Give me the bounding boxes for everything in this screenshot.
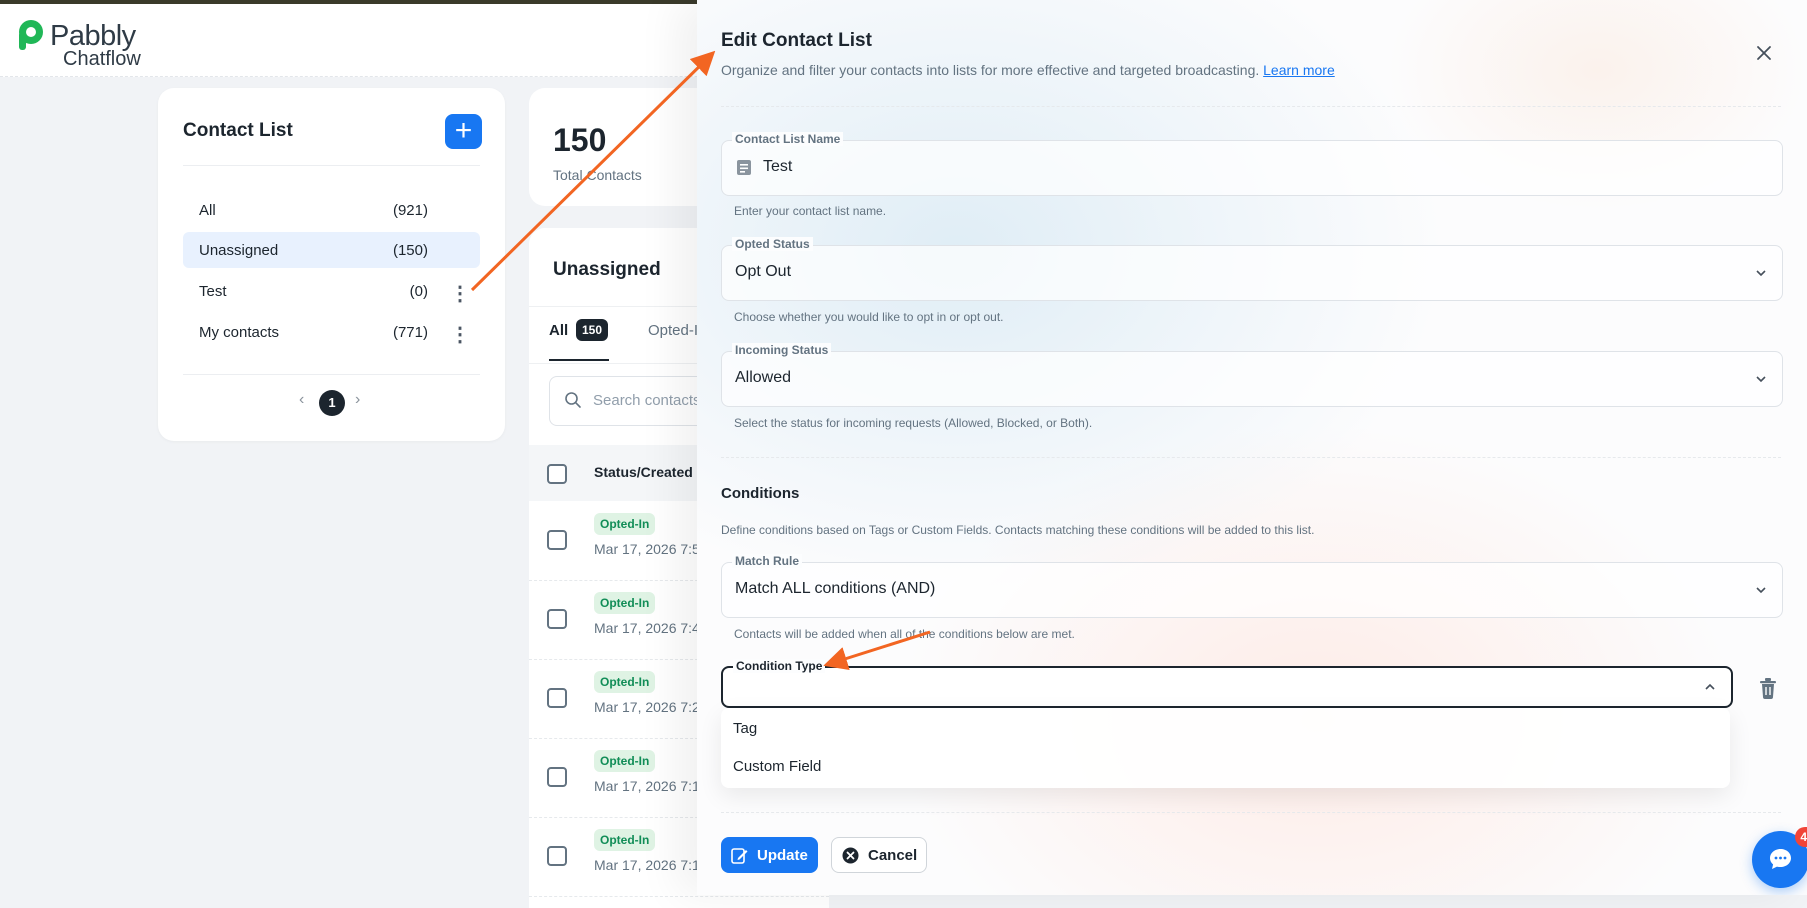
tab-all[interactable]: All bbox=[549, 322, 568, 339]
cancel-button[interactable]: Cancel bbox=[831, 837, 927, 873]
created-date: Mar 17, 2026 7:1 bbox=[594, 778, 700, 794]
chat-bubble-icon bbox=[1770, 849, 1791, 869]
row-checkbox[interactable] bbox=[547, 767, 567, 787]
pagination-next-icon[interactable]: › bbox=[355, 391, 360, 409]
status-badge: Opted-In bbox=[594, 829, 656, 851]
row-checkbox[interactable] bbox=[547, 609, 567, 629]
status-badge: Opted-In bbox=[594, 750, 656, 772]
kebab-menu-icon[interactable]: ⋮ bbox=[450, 324, 470, 348]
list-item-count: (0) bbox=[409, 283, 428, 300]
match-rule-helper: Contacts will be added when all of the c… bbox=[734, 627, 1075, 641]
opted-status-value: Opt Out bbox=[735, 263, 792, 280]
list-item-name: All bbox=[199, 202, 216, 219]
status-badge: Opted-In bbox=[594, 592, 656, 614]
chevron-down-icon bbox=[1756, 587, 1766, 594]
divider bbox=[721, 812, 1781, 813]
list-item-count: (150) bbox=[392, 242, 428, 259]
list-item-name: My contacts bbox=[199, 324, 280, 341]
search-icon bbox=[565, 392, 581, 408]
pagination-prev-icon[interactable]: ‹ bbox=[299, 391, 304, 409]
created-date: Mar 17, 2026 7:2 bbox=[594, 699, 700, 715]
contact-list-name-helper: Enter your contact list name. bbox=[734, 204, 887, 218]
dropdown-option-tag[interactable]: Tag bbox=[733, 720, 757, 737]
opted-status-helper: Choose whether you would like to opt in … bbox=[734, 310, 1004, 324]
drawer-subtitle: Organize and filter your contacts into l… bbox=[721, 62, 1335, 78]
chevron-down-icon bbox=[1756, 270, 1766, 277]
conditions-title: Conditions bbox=[721, 485, 800, 502]
field-label: Contact List Name bbox=[732, 132, 844, 146]
pabbly-logo-icon bbox=[19, 20, 43, 50]
close-icon[interactable] bbox=[1755, 44, 1773, 62]
field-label: Match Rule bbox=[732, 554, 803, 568]
list-item-count: (771) bbox=[392, 324, 428, 341]
column-header-status[interactable]: Status/Created bbox=[594, 464, 693, 480]
trash-icon[interactable] bbox=[1757, 676, 1779, 700]
contact-list-name-field[interactable]: Contact List Name Test bbox=[721, 132, 1783, 196]
incoming-status-select[interactable]: Incoming Status Allowed bbox=[721, 343, 1783, 407]
status-badge: Opted-In bbox=[594, 513, 656, 535]
conditions-description: Define conditions based on Tags or Custo… bbox=[721, 523, 1315, 537]
contact-list-title: Contact List bbox=[183, 120, 293, 141]
contact-list-item-my-contacts[interactable]: My contacts (771) bbox=[183, 314, 480, 350]
pagination-current-page[interactable]: 1 bbox=[319, 390, 345, 416]
field-label: Incoming Status bbox=[732, 343, 832, 357]
list-item-name: Unassigned bbox=[199, 242, 279, 259]
document-icon bbox=[737, 160, 751, 175]
divider bbox=[183, 165, 480, 166]
contact-list-item-unassigned[interactable]: Unassigned (150) bbox=[183, 232, 480, 268]
created-date: Mar 17, 2026 7:4 bbox=[594, 620, 700, 636]
edit-contact-list-drawer: Edit Contact List Organize and filter yo… bbox=[697, 0, 1807, 895]
divider bbox=[183, 374, 480, 375]
row-checkbox[interactable] bbox=[547, 846, 567, 866]
learn-more-link[interactable]: Learn more bbox=[1263, 62, 1335, 78]
drawer-subtitle-text: Organize and filter your contacts into l… bbox=[721, 62, 1260, 78]
select-all-checkbox[interactable] bbox=[547, 464, 567, 484]
brand-name-bottom: Chatflow bbox=[63, 48, 141, 70]
add-contact-list-button[interactable]: + bbox=[445, 114, 482, 149]
dropdown-option-custom-field[interactable]: Custom Field bbox=[733, 758, 821, 775]
divider bbox=[721, 106, 1781, 107]
search-placeholder: Search contacts bbox=[593, 392, 701, 409]
field-label: Opted Status bbox=[732, 237, 813, 251]
contact-list-item-all[interactable]: All (921) bbox=[183, 192, 480, 228]
active-tab-indicator bbox=[549, 359, 609, 361]
table-title: Unassigned bbox=[553, 259, 661, 280]
match-rule-select[interactable]: Match Rule Match ALL conditions (AND) bbox=[721, 554, 1783, 618]
field-label: Condition Type bbox=[733, 659, 826, 673]
created-date: Mar 17, 2026 7:1 bbox=[594, 857, 700, 873]
list-item-name: Test bbox=[199, 283, 227, 300]
kebab-menu-icon[interactable]: ⋮ bbox=[450, 283, 470, 307]
match-rule-value: Match ALL conditions (AND) bbox=[735, 580, 936, 597]
incoming-status-helper: Select the status for incoming requests … bbox=[734, 416, 1093, 430]
row-checkbox[interactable] bbox=[547, 530, 567, 550]
plus-icon: + bbox=[454, 114, 473, 147]
tab-opted-in[interactable]: Opted-I bbox=[648, 322, 698, 339]
contact-list-item-test[interactable]: Test (0) bbox=[183, 273, 480, 309]
cancel-button-label: Cancel bbox=[868, 847, 918, 864]
list-item-count: (921) bbox=[392, 202, 428, 219]
update-button-label: Update bbox=[757, 847, 808, 864]
edit-icon bbox=[731, 848, 748, 864]
status-badge: Opted-In bbox=[594, 671, 656, 693]
tab-all-count-badge: 150 bbox=[576, 319, 608, 341]
total-contacts-label: Total Contacts bbox=[553, 167, 642, 183]
total-contacts-value: 150 bbox=[553, 122, 607, 158]
row-checkbox[interactable] bbox=[547, 688, 567, 708]
contact-list-name-value: Test bbox=[763, 158, 793, 175]
chevron-up-icon bbox=[1705, 683, 1715, 690]
incoming-status-value: Allowed bbox=[735, 369, 792, 386]
contact-list-card: Contact List + All (921) Unassigned (150… bbox=[158, 88, 505, 441]
cancel-circle-icon bbox=[842, 847, 859, 864]
created-date: Mar 17, 2026 7:5 bbox=[594, 541, 700, 557]
condition-type-select[interactable]: Condition Type bbox=[721, 659, 1733, 708]
drawer-title: Edit Contact List bbox=[721, 30, 872, 51]
update-button[interactable]: Update bbox=[721, 837, 818, 873]
condition-type-dropdown: Tag Custom Field bbox=[721, 708, 1730, 788]
chevron-down-icon bbox=[1756, 376, 1766, 383]
divider bbox=[721, 457, 1781, 458]
opted-status-select[interactable]: Opted Status Opt Out bbox=[721, 237, 1783, 301]
